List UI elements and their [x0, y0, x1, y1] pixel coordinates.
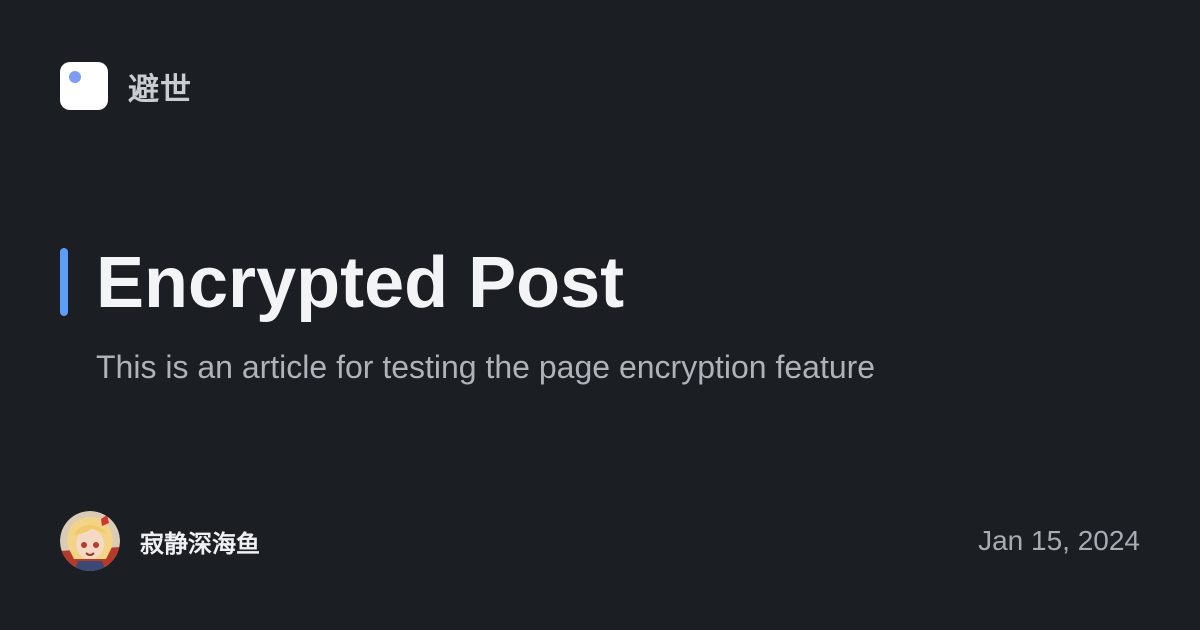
site-brand: 避世: [60, 62, 192, 110]
title-accent-bar: [60, 248, 68, 316]
site-logo-icon: [60, 62, 108, 110]
author-block: 寂静深海鱼: [60, 511, 260, 571]
avatar: [60, 511, 120, 571]
post-description: This is an article for testing the page …: [96, 349, 876, 385]
post-title: Encrypted Post: [96, 243, 625, 323]
post-meta-footer: 寂静深海鱼 Jan 15, 2024: [60, 511, 1140, 571]
author-name: 寂静深海鱼: [140, 529, 260, 558]
post-date: Jan 15, 2024: [978, 525, 1140, 556]
logo-dot: [69, 71, 81, 83]
site-name: 避世: [128, 71, 192, 108]
